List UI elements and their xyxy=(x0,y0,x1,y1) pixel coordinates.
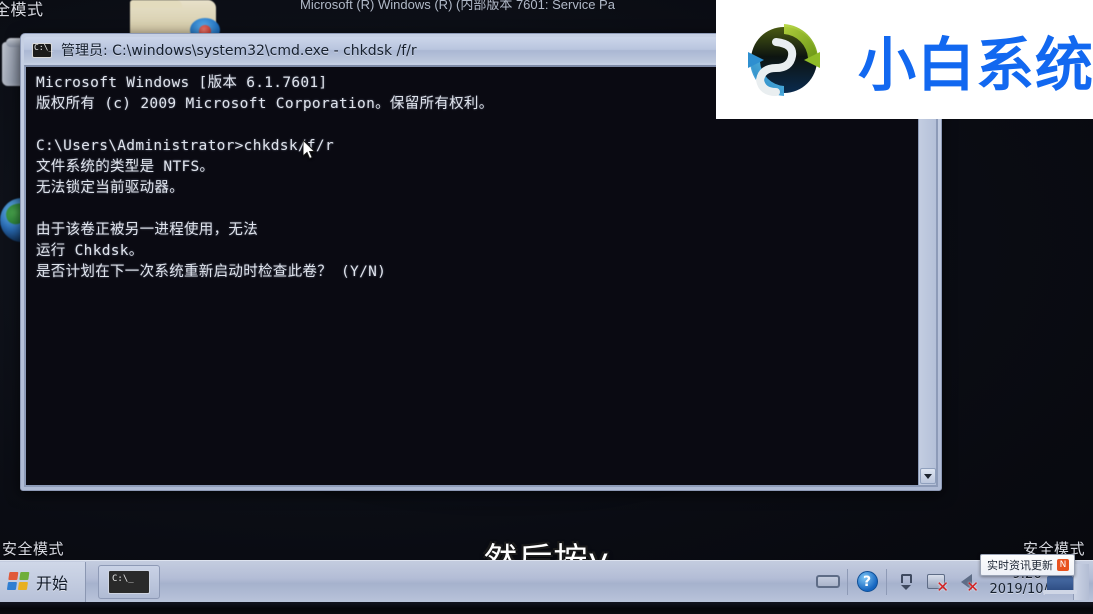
speaker-error-mark: ✕ xyxy=(966,577,979,596)
console-icon xyxy=(108,569,150,594)
help-icon[interactable]: ? xyxy=(852,567,882,597)
console-scrollbar[interactable] xyxy=(918,67,936,485)
network-disconnected-icon[interactable]: ✕ xyxy=(921,567,951,597)
refresh-circle-icon xyxy=(736,12,832,108)
cmd-body[interactable]: Microsoft Windows [版本 6.1.7601] 版权所有 (c)… xyxy=(24,65,938,487)
cmd-window-title: 管理员: C:\windows\system32\cmd.exe - chkds… xyxy=(61,43,417,59)
tray-divider xyxy=(886,568,887,595)
safe-mode-watermark-top-left: 全模式 xyxy=(0,0,44,19)
console-line: 由于该卷正被另一进程使用，无法 xyxy=(36,222,258,238)
scroll-down-icon[interactable] xyxy=(919,468,936,484)
tray-tooltip-text: 实时资讯更新 xyxy=(987,559,1053,572)
taskbar[interactable]: 开始 ? ✕ ✕ xyxy=(0,554,1093,602)
laptop-icon xyxy=(1043,576,1077,594)
cmd-taskbar-button[interactable] xyxy=(98,564,160,599)
keyboard-icon[interactable] xyxy=(813,567,843,597)
console-line: 运行 Chkdsk。 xyxy=(36,243,144,259)
start-button-label: 开始 xyxy=(36,573,69,593)
show-hidden-icons-icon[interactable] xyxy=(891,567,921,597)
video-letterbox xyxy=(0,602,1093,614)
console-output[interactable]: Microsoft Windows [版本 6.1.7601] 版权所有 (c)… xyxy=(26,67,918,485)
console-line: 是否计划在下一次系统重新启动时检查此卷？ (Y/N) xyxy=(36,264,387,280)
help-glyph: ? xyxy=(856,571,878,592)
brand-logo-overlay: 小白系统 xyxy=(716,0,1093,119)
console-line: 无法锁定当前驱动器。 xyxy=(36,180,184,196)
top-strip-text: Microsoft (R) Windows (R) (内部版本 7601: Se… xyxy=(300,0,615,12)
network-error-mark: ✕ xyxy=(936,577,949,596)
console-line: 文件系统的类型是 NTFS。 xyxy=(36,159,215,175)
console-line: C:\Users\Administrator>chkdsk/f/r xyxy=(36,138,334,154)
screen-root: Microsoft (R) Windows (R) (内部版本 7601: Se… xyxy=(0,0,1093,614)
start-button[interactable]: 开始 xyxy=(0,561,86,602)
show-desktop-button[interactable] xyxy=(1073,563,1089,600)
speaker-muted-icon[interactable]: ✕ xyxy=(951,567,981,597)
brand-name: 小白系统 xyxy=(858,30,1093,99)
tray-tooltip[interactable]: 实时资讯更新 N xyxy=(980,554,1075,576)
windows-logo-icon xyxy=(6,571,32,592)
tray-tooltip-badge: N xyxy=(1057,559,1069,571)
console-icon xyxy=(32,42,53,58)
tray-divider xyxy=(847,568,848,595)
task-button-list xyxy=(86,564,813,599)
